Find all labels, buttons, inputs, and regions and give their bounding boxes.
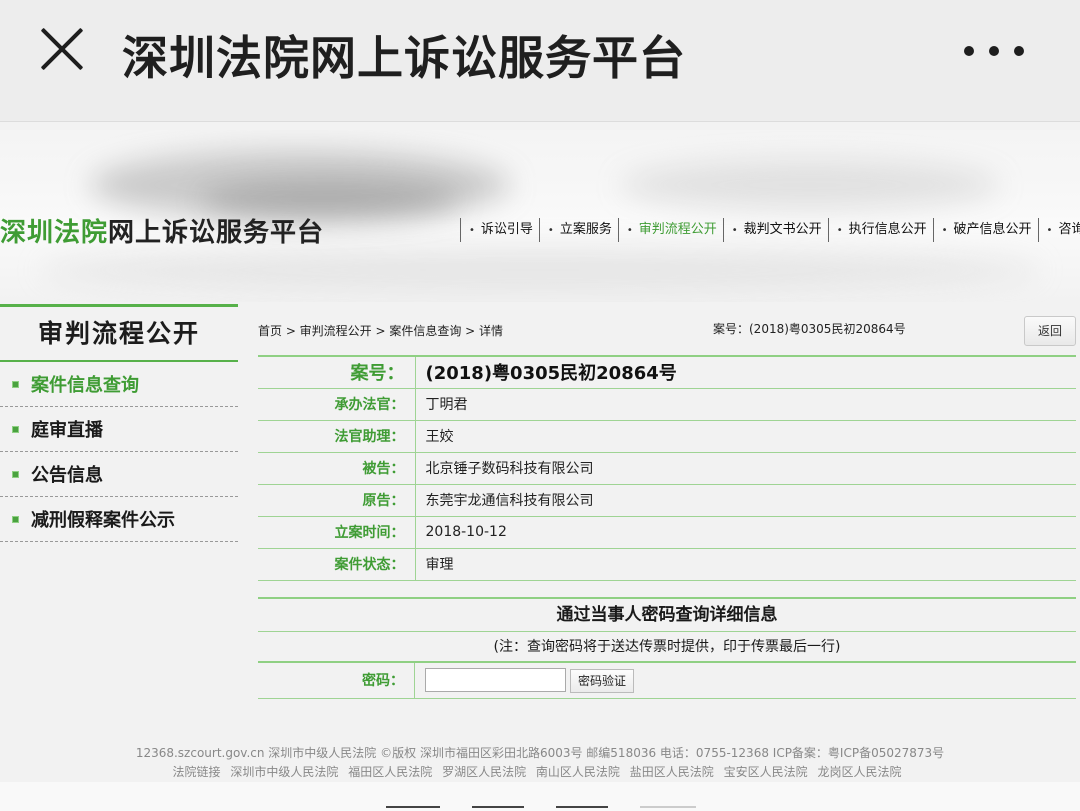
square-bullet-icon xyxy=(12,425,19,433)
sidebar-title: 审判流程公开 xyxy=(0,304,238,362)
password-note: (注：查询密码将于送达传票时提供，印于传票最后一行) xyxy=(258,632,1076,663)
partial-element xyxy=(472,806,524,811)
field-value: 丁明君 xyxy=(415,388,1076,421)
sidebar-item-live-trial[interactable]: 庭审直播 xyxy=(0,407,238,452)
nav-item-litigation-guide[interactable]: • 诉讼引导 xyxy=(460,218,539,242)
bullet-icon: • xyxy=(547,225,554,236)
nav-item-judgments[interactable]: • 裁判文书公开 xyxy=(722,218,828,242)
nav-label: 裁判文书公开 xyxy=(743,222,822,237)
field-label: 被告： xyxy=(258,452,416,485)
partial-element xyxy=(640,806,696,811)
app-title: 深圳法院网上诉讼服务平台 xyxy=(122,31,686,85)
footer-links-label: 法院链接 xyxy=(172,765,221,779)
bullet-icon: • xyxy=(469,225,475,236)
bullet-icon: • xyxy=(836,225,843,236)
square-bullet-icon xyxy=(12,470,19,478)
sidebar-item-label: 减刑假释案件公示 xyxy=(31,510,175,531)
bullet-icon: • xyxy=(1046,225,1053,236)
field-label: 案件状态： xyxy=(258,548,416,581)
nav-item-enforcement[interactable]: • 执行信息公开 xyxy=(827,218,933,242)
square-bullet-icon xyxy=(12,515,19,523)
sidebar-item-announcements[interactable]: 公告信息 xyxy=(0,452,238,497)
site-logo[interactable]: 深圳法院网上诉讼服务平台 xyxy=(0,212,324,249)
table-row: 法官助理： 王姣 xyxy=(258,420,1076,453)
sidebar: 审判流程公开 案件信息查询 庭审直播 公告信息 减刑假释案件公示 xyxy=(0,304,238,542)
table-row: 立案时间： 2018-10-12 xyxy=(258,516,1076,549)
breadcrumb-bar: 首页 > 审判流程公开 > 案件信息查询 > 详情 案号：(2018)粤0305… xyxy=(258,310,1076,355)
footer: 12368.szcourt.gov.cn 深圳市中级人民法院 ©版权 深圳市福田… xyxy=(0,744,1080,782)
logo-dark-text: 网上诉讼服务平台 xyxy=(108,218,325,248)
breadcrumb: 首页 > 审判流程公开 > 案件信息查询 > 详情 xyxy=(258,324,504,338)
field-value: 王姣 xyxy=(415,420,1076,453)
password-label: 密码： xyxy=(258,662,415,698)
table-row: 承办法官： 丁明君 xyxy=(258,388,1076,421)
nav-label: 执行信息公开 xyxy=(848,222,927,237)
verify-password-button[interactable]: 密码验证 xyxy=(570,668,635,693)
square-bullet-icon xyxy=(12,380,19,388)
table-row: 原告： 东莞宇龙通信科技有限公司 xyxy=(258,484,1076,517)
footer-link[interactable]: 南山区人民法院 xyxy=(536,765,620,779)
bottom-partial-bar xyxy=(0,782,1080,811)
field-value: 审理 xyxy=(415,548,1076,581)
top-nav: • 诉讼引导 • 立案服务 • 审判流程公开 • 裁判文书公开 • 执行信息公开 • 破产信… xyxy=(460,218,1080,242)
field-value: (2018)粤0305民初20864号 xyxy=(415,356,1076,389)
bullet-icon: • xyxy=(941,225,948,236)
close-icon[interactable] xyxy=(36,24,86,74)
table-row: 案件状态： 审理 xyxy=(258,548,1076,581)
sidebar-item-case-query[interactable]: 案件信息查询 xyxy=(0,362,238,407)
bullet-icon: • xyxy=(626,225,633,236)
back-button[interactable]: 返回 xyxy=(1024,316,1076,346)
banner-cloud xyxy=(620,160,1000,210)
nav-label: 咨询帮助 xyxy=(1058,222,1080,237)
banner-cloud xyxy=(40,250,1040,290)
field-label: 案号： xyxy=(258,356,416,389)
password-section-title: 通过当事人密码查询详细信息 xyxy=(258,599,1076,632)
partial-element xyxy=(556,806,608,811)
nav-label: 审判流程公开 xyxy=(638,222,717,237)
field-label: 法官助理： xyxy=(258,420,416,453)
nav-label: 诉讼引导 xyxy=(480,222,533,237)
case-info-table: 案号： (2018)粤0305民初20864号 承办法官： 丁明君 法官助理： … xyxy=(258,355,1076,581)
nav-item-bankruptcy[interactable]: • 破产信息公开 xyxy=(932,218,1038,242)
footer-link[interactable]: 龙岗区人民法院 xyxy=(817,765,901,779)
password-row: 密码： 密码验证 xyxy=(258,662,1076,699)
section-divider xyxy=(258,581,1076,599)
case-number-header: 案号：(2018)粤0305民初20864号 xyxy=(713,322,906,336)
sidebar-item-label: 公告信息 xyxy=(31,465,103,486)
footer-links: 法院链接 深圳市中级人民法院 福田区人民法院 罗湖区人民法院 南山区人民法院 盐… xyxy=(0,763,1080,782)
main-content: 首页 > 审判流程公开 > 案件信息查询 > 详情 案号：(2018)粤0305… xyxy=(258,310,1076,699)
sidebar-item-label: 庭审直播 xyxy=(31,420,103,441)
more-options-icon[interactable] xyxy=(964,38,1024,64)
nav-item-filing-service[interactable]: • 立案服务 xyxy=(538,218,618,242)
field-value: 2018-10-12 xyxy=(415,516,1076,549)
footer-link[interactable]: 福田区人民法院 xyxy=(348,765,432,779)
table-row: 被告： 北京锤子数码科技有限公司 xyxy=(258,452,1076,485)
site-banner: 深圳法院网上诉讼服务平台 • 诉讼引导 • 立案服务 • 审判流程公开 • 裁判文书公开… xyxy=(0,130,1080,302)
footer-link[interactable]: 盐田区人民法院 xyxy=(630,765,714,779)
footer-link[interactable]: 深圳市中级人民法院 xyxy=(230,765,338,779)
nav-label: 破产信息公开 xyxy=(953,222,1032,237)
sidebar-item-label: 案件信息查询 xyxy=(31,375,139,396)
table-row: 案号： (2018)粤0305民初20864号 xyxy=(258,356,1076,389)
field-value: 北京锤子数码科技有限公司 xyxy=(415,452,1076,485)
sidebar-item-parole-cases[interactable]: 减刑假释案件公示 xyxy=(0,497,238,542)
partial-element xyxy=(386,806,440,811)
bullet-icon: • xyxy=(731,225,738,236)
nav-item-help[interactable]: • 咨询帮助 xyxy=(1037,218,1080,242)
field-value: 东莞宇龙通信科技有限公司 xyxy=(415,484,1076,517)
footer-link[interactable]: 罗湖区人民法院 xyxy=(442,765,526,779)
app-bar: 深圳法院网上诉讼服务平台 xyxy=(0,0,1080,122)
footer-link[interactable]: 宝安区人民法院 xyxy=(724,765,808,779)
field-label: 原告： xyxy=(258,484,416,517)
password-input[interactable] xyxy=(425,667,566,692)
nav-label: 立案服务 xyxy=(559,222,612,237)
footer-copyright: 12368.szcourt.gov.cn 深圳市中级人民法院 ©版权 深圳市福田… xyxy=(135,746,945,760)
field-label: 立案时间： xyxy=(258,516,416,549)
field-label: 承办法官： xyxy=(258,388,416,421)
nav-item-trial-process[interactable]: • 审判流程公开 xyxy=(617,218,723,242)
logo-green-text: 深圳法院 xyxy=(0,218,109,248)
